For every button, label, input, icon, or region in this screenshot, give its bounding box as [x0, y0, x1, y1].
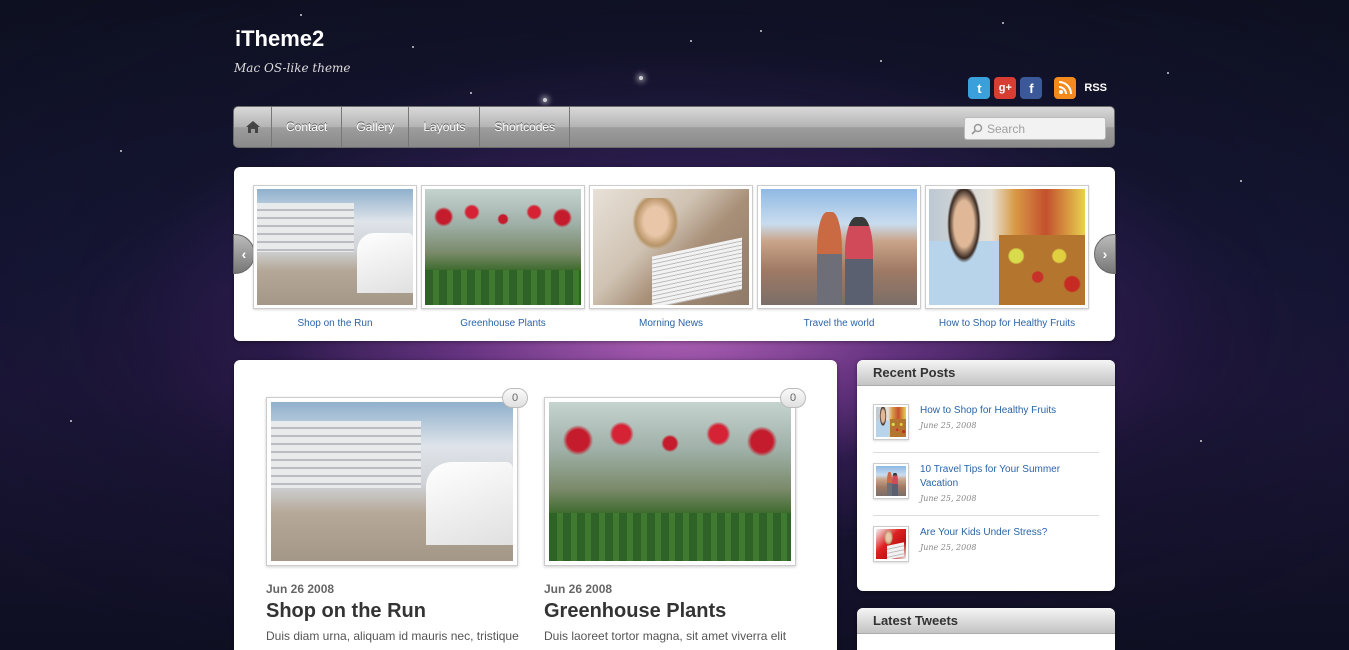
slide-image-frame: [757, 185, 921, 309]
slider-prev-button[interactable]: ‹: [233, 234, 255, 274]
star: [690, 40, 692, 42]
slide-image-frame: [925, 185, 1089, 309]
slide-image: [593, 189, 749, 305]
chevron-left-icon: ‹: [241, 246, 247, 262]
search-box: [964, 117, 1106, 140]
site-title[interactable]: iTheme2: [235, 26, 324, 52]
slide[interactable]: How to Shop for Healthy Fruits: [925, 185, 1089, 329]
post-card: 0 Jun 26 2008 Greenhouse Plants Duis lao…: [544, 388, 806, 643]
comment-count-badge[interactable]: 0: [780, 388, 806, 408]
comment-count-badge[interactable]: 0: [502, 388, 528, 408]
slide-image-frame: [253, 185, 417, 309]
nav-item-layouts[interactable]: Layouts: [409, 107, 481, 147]
post-image: [271, 402, 513, 561]
rss-icon[interactable]: [1054, 77, 1077, 99]
slide[interactable]: Greenhouse Plants: [421, 185, 585, 329]
latest-tweets-widget: Latest Tweets: [857, 608, 1115, 650]
slide[interactable]: Shop on the Run: [253, 185, 417, 329]
home-icon: [245, 121, 260, 133]
post-thumbnail[interactable]: [544, 397, 796, 566]
slide-caption[interactable]: How to Shop for Healthy Fruits: [925, 318, 1089, 329]
widget-heading: Latest Tweets: [857, 608, 1115, 634]
recent-post-item[interactable]: 10 Travel Tips for Your Summer Vacation …: [857, 463, 1115, 503]
search-input[interactable]: [987, 121, 1097, 136]
google-plus-icon[interactable]: g+: [994, 77, 1017, 99]
slide-image: [761, 189, 917, 305]
site-tagline: Mac OS-like theme: [234, 61, 351, 75]
recent-post-title[interactable]: Are Your Kids Under Stress?: [920, 526, 1047, 540]
star: [1240, 180, 1242, 182]
star: [1167, 72, 1169, 74]
main-content: 0 Jun 26 2008 Shop on the Run Duis diam …: [234, 360, 837, 650]
post-title[interactable]: Shop on the Run: [266, 600, 518, 623]
star: [1200, 440, 1202, 442]
recent-post-date: June 25, 2008: [920, 543, 977, 552]
recent-post-item[interactable]: Are Your Kids Under Stress? June 25, 200…: [857, 526, 1115, 562]
divider: [873, 452, 1099, 453]
post-date: Jun 26 2008: [544, 582, 613, 596]
slide-image: [425, 189, 581, 305]
star: [880, 60, 882, 62]
recent-post-date: June 25, 2008: [920, 421, 977, 430]
slide-caption[interactable]: Morning News: [589, 318, 753, 329]
star: [300, 14, 302, 16]
post-thumbnail[interactable]: [266, 397, 518, 566]
star: [120, 150, 122, 152]
slide-image: [257, 189, 413, 305]
star: [760, 30, 762, 32]
star: [639, 76, 643, 80]
star: [412, 46, 414, 48]
slide-image-frame: [421, 185, 585, 309]
slide-image: [929, 189, 1085, 305]
rss-link[interactable]: RSS: [1084, 82, 1107, 94]
social-links: t g+ f RSS: [968, 77, 1107, 99]
post-title[interactable]: Greenhouse Plants: [544, 600, 796, 623]
home-button[interactable]: [234, 107, 272, 147]
slide[interactable]: Travel the world: [757, 185, 921, 329]
main-navigation: Contact Gallery Layouts Shortcodes: [233, 106, 1115, 148]
search-icon: [971, 123, 983, 135]
recent-post-thumbnail[interactable]: [873, 463, 909, 499]
post-card: 0 Jun 26 2008 Shop on the Run Duis diam …: [266, 388, 528, 643]
recent-posts-widget: Recent Posts How to Shop for Healthy Fru…: [857, 360, 1115, 591]
twitter-icon[interactable]: t: [968, 77, 991, 99]
recent-post-thumbnail[interactable]: [873, 526, 909, 562]
recent-post-title[interactable]: How to Shop for Healthy Fruits: [920, 404, 1056, 418]
recent-post-thumbnail[interactable]: [873, 404, 909, 440]
slide[interactable]: Morning News: [589, 185, 753, 329]
post-excerpt: Duis laoreet tortor magna, sit amet vive…: [544, 629, 787, 643]
widget-heading: Recent Posts: [857, 360, 1115, 386]
slide-caption[interactable]: Shop on the Run: [253, 318, 417, 329]
nav-item-gallery[interactable]: Gallery: [342, 107, 410, 147]
slide-caption[interactable]: Travel the world: [757, 318, 921, 329]
slide-caption[interactable]: Greenhouse Plants: [421, 318, 585, 329]
chevron-right-icon: ›: [1102, 246, 1108, 262]
post-excerpt: Duis diam urna, aliquam id mauris nec, t…: [266, 629, 519, 643]
recent-post-title[interactable]: 10 Travel Tips for Your Summer Vacation: [920, 463, 1099, 491]
nav-item-contact[interactable]: Contact: [272, 107, 343, 147]
recent-post-image: [876, 529, 906, 559]
slider-next-button[interactable]: ›: [1094, 234, 1116, 274]
facebook-icon[interactable]: f: [1020, 77, 1043, 99]
star: [470, 92, 472, 94]
recent-post-date: June 25, 2008: [920, 494, 977, 503]
post-date: Jun 26 2008: [266, 582, 335, 596]
nav-item-shortcodes[interactable]: Shortcodes: [480, 107, 571, 147]
recent-post-image: [876, 466, 906, 496]
divider: [873, 515, 1099, 516]
star: [543, 98, 547, 102]
featured-slider: ‹ Shop on the Run Greenhouse Plants Morn…: [233, 167, 1116, 341]
recent-post-image: [876, 407, 906, 437]
recent-post-item[interactable]: How to Shop for Healthy Fruits June 25, …: [857, 404, 1115, 440]
slide-image-frame: [589, 185, 753, 309]
star: [1002, 22, 1004, 24]
post-image: [549, 402, 791, 561]
star: [70, 420, 72, 422]
